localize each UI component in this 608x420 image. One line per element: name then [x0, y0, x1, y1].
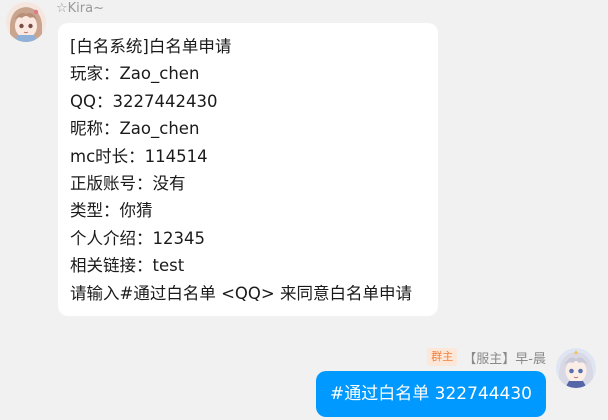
owner-badge: 群主	[427, 348, 458, 366]
message-line: [白名系统]白名单申请	[70, 37, 232, 56]
message-line: 正版账号：没有	[70, 174, 186, 194]
sender-name[interactable]: ☆Kira~	[56, 1, 104, 16]
message-line: mc时长：114514	[70, 146, 208, 166]
message-line: 玩家：Zao_chen	[70, 64, 200, 84]
message-line: 昵称：Zao_chen	[70, 119, 200, 139]
outgoing-sender-info: 群主 【服主】早-晨	[427, 347, 546, 367]
message-line: 类型：你猜	[70, 201, 153, 221]
self-avatar[interactable]	[556, 348, 596, 388]
anime-avatar-icon	[556, 348, 596, 388]
message-bubble-outgoing[interactable]: #通过白名单 322744430	[316, 371, 546, 417]
message-bubble-incoming[interactable]: [白名系统]白名单申请 玩家：Zao_chen QQ：3227442430 昵称…	[58, 23, 438, 316]
message-line: QQ：3227442430	[70, 91, 218, 111]
anime-avatar-icon	[6, 2, 46, 42]
message-line: 请输入#通过白名单 <QQ> 来同意白名单申请	[70, 283, 412, 303]
message-line: 个人介绍：12345	[70, 228, 205, 248]
sender-name[interactable]: 【服主】早-晨	[463, 348, 546, 367]
sender-avatar[interactable]	[6, 2, 46, 42]
message-line: 相关链接：test	[70, 256, 185, 276]
